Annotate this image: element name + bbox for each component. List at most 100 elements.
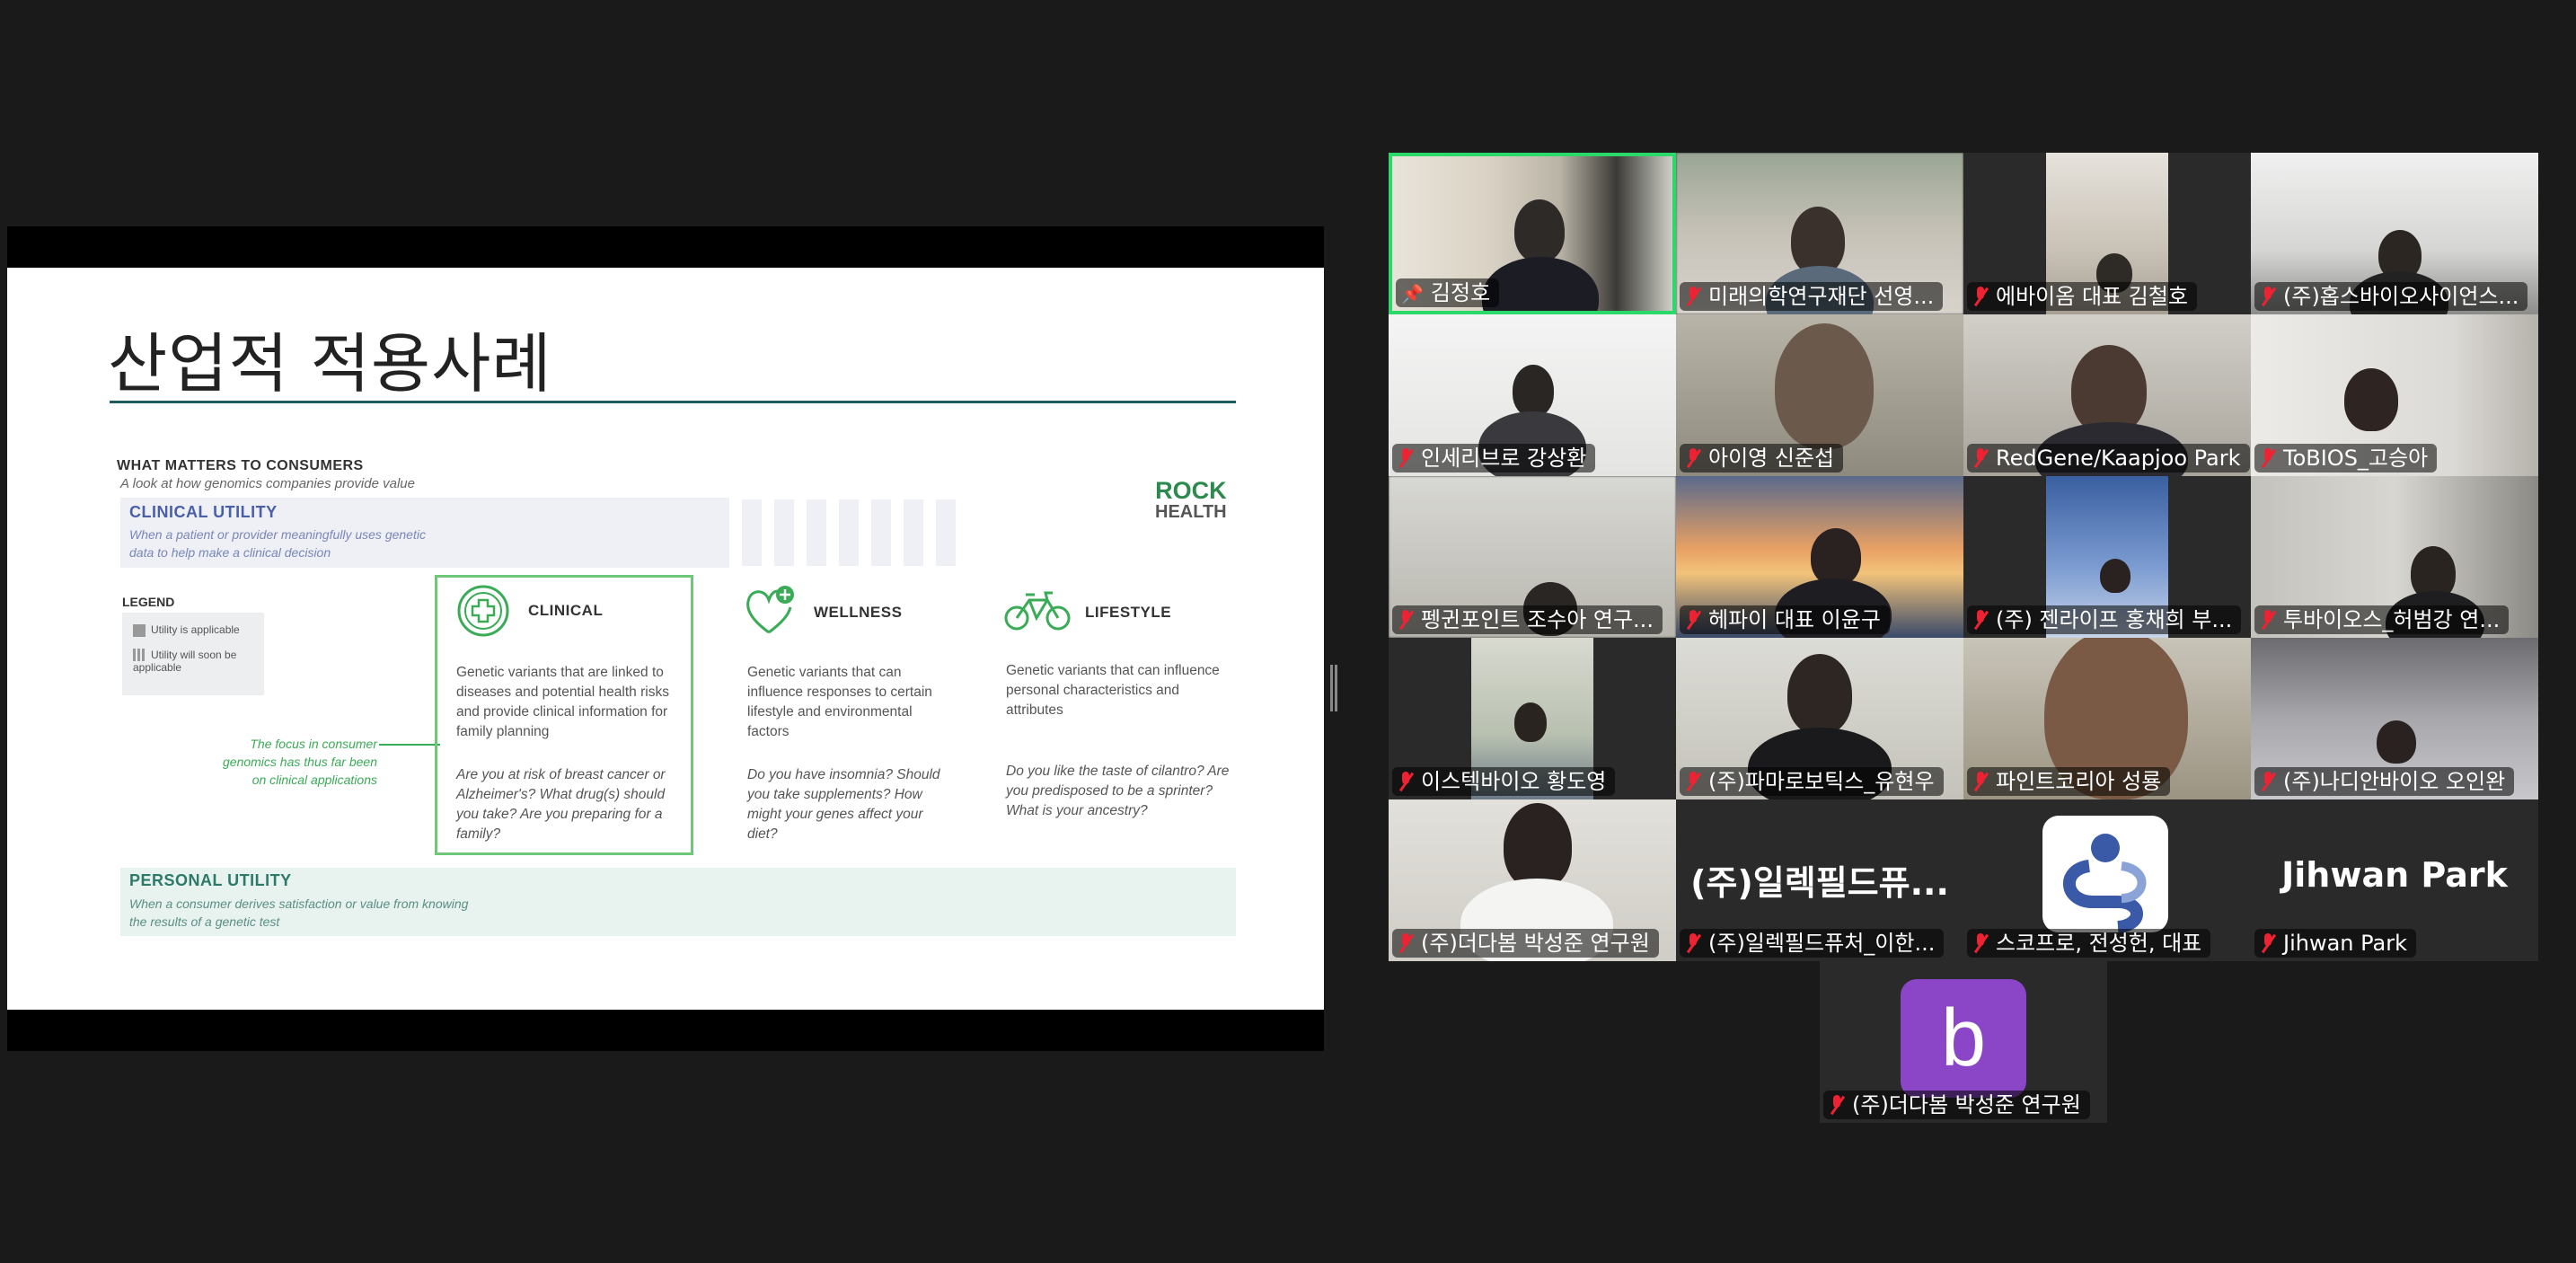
legend-striped-swatch xyxy=(133,649,146,661)
participant-tile[interactable]: 펭귄포인트 조수아 연구... xyxy=(1389,476,1676,638)
participant-name: (주)나디안바이오 오인완 xyxy=(2283,769,2506,794)
logo-line-1: ROCK xyxy=(1155,477,1227,504)
person-head xyxy=(2071,345,2147,435)
participant-tile[interactable]: (주)일렉필드퓨... (주)일렉필드퓨처_이한... xyxy=(1676,799,1963,961)
muted-mic-icon xyxy=(1685,772,1701,791)
participant-name-label: 파인트코리아 성룡 xyxy=(1967,767,2171,796)
participant-tile[interactable]: RedGene/Kaapjoo Park xyxy=(1963,314,2251,476)
legend-item-2-label: Utility will soon be applicable xyxy=(133,649,237,674)
muted-mic-icon xyxy=(2260,610,2276,630)
participant-tile[interactable]: 에바이옴 대표 김철호 xyxy=(1963,153,2251,314)
participant-name-label: 헤파이 대표 이윤구 xyxy=(1680,605,1890,634)
participant-tile[interactable]: 📌 김정호 xyxy=(1389,153,1676,314)
participant-tile[interactable]: (주)나디안바이오 오인완 xyxy=(2251,638,2538,799)
muted-mic-icon xyxy=(2260,287,2276,306)
muted-mic-icon xyxy=(1398,772,1414,791)
person-head xyxy=(1811,528,1861,586)
participant-name: 이스텍바이오 황도영 xyxy=(1421,769,1607,794)
participant-name-label: 스코프로, 전성헌, 대표 xyxy=(1967,929,2211,958)
stripe xyxy=(871,499,891,566)
pin-icon: 📌 xyxy=(1401,283,1424,305)
participant-tile[interactable]: (주)홉스바이오사이언스... xyxy=(2251,153,2538,314)
legend-item-applicable: Utility is applicable xyxy=(133,623,240,637)
person-head xyxy=(1504,803,1572,889)
legend-label: LEGEND xyxy=(122,595,175,609)
person-head xyxy=(1787,654,1852,735)
participant-name: (주)더다봄 박성준 연구원 xyxy=(1421,931,1650,956)
participant-tile[interactable]: 헤파이 대표 이윤구 xyxy=(1676,476,1963,638)
focus-pointer-line xyxy=(379,744,440,746)
person-head xyxy=(1514,702,1547,742)
participant-name-label: (주)일렉필드퓨처_이한... xyxy=(1680,929,1945,958)
person-head xyxy=(1791,207,1845,275)
participant-name: 투바이오스_허범강 연... xyxy=(2283,607,2501,632)
participant-tile[interactable]: (주)파마로보틱스_유현우 xyxy=(1676,638,1963,799)
avatar: b xyxy=(1901,979,2026,1098)
person-head xyxy=(1775,323,1874,449)
participant-tile[interactable]: 스코프로, 전성헌, 대표 xyxy=(1963,799,2251,961)
participant-tile[interactable]: 인세리브로 강상환 xyxy=(1389,314,1676,476)
medical-cross-icon xyxy=(457,585,509,637)
participant-name: 펭귄포인트 조수아 연구... xyxy=(1421,607,1654,632)
muted-mic-icon xyxy=(2260,933,2276,953)
participant-name: 에바이옴 대표 김철호 xyxy=(1996,284,2188,309)
participant-name: (주) 젠라이프 홍채희 부... xyxy=(1996,607,2233,632)
muted-mic-icon xyxy=(1398,610,1414,630)
legend-item-1-label: Utility is applicable xyxy=(151,623,240,636)
clinical-utility-title: CLINICAL UTILITY xyxy=(129,503,278,521)
participant-tile[interactable]: (주)더다봄 박성준 연구원 xyxy=(1389,799,1676,961)
stripe xyxy=(807,499,826,566)
muted-mic-icon xyxy=(1972,933,1989,953)
wellness-questions: Do you have insomnia? Should you take su… xyxy=(747,767,940,842)
muted-mic-icon xyxy=(1685,610,1701,630)
personal-utility-desc: When a consumer derives satisfaction or … xyxy=(129,896,469,929)
participant-name-label: 📌 김정호 xyxy=(1396,278,1500,307)
participant-name-label: 인세리브로 강상환 xyxy=(1392,444,1596,473)
participant-tile[interactable]: 투바이오스_허범강 연... xyxy=(2251,476,2538,638)
bicycle-icon xyxy=(1004,591,1071,631)
rock-health-logo: ROCK HEALTH xyxy=(1155,477,1227,523)
participant-tile[interactable]: 이스텍바이오 황도영 xyxy=(1389,638,1676,799)
participant-name-label: 이스텍바이오 황도영 xyxy=(1392,767,1616,796)
participant-name-label: ToBIOS_고승아 xyxy=(2254,444,2438,473)
participant-tile[interactable]: (주) 젠라이프 홍채희 부... xyxy=(1963,476,2251,638)
participant-tile[interactable]: 미래의학연구재단 선영... xyxy=(1676,153,1963,314)
muted-mic-icon xyxy=(2260,448,2276,468)
participant-name: Jihwan Park xyxy=(2283,931,2407,956)
muted-mic-icon xyxy=(1685,933,1701,953)
muted-mic-icon xyxy=(2260,772,2276,791)
person-head xyxy=(1513,365,1554,417)
participant-name-label: 아이영 신준섭 xyxy=(1680,444,1844,473)
lifestyle-title: LIFESTYLE xyxy=(1085,604,1172,621)
participant-name-label: (주)더다봄 박성준 연구원 xyxy=(1823,1091,2090,1119)
participant-name: RedGene/Kaapjoo Park xyxy=(1996,446,2241,471)
participant-name-label: Jihwan Park xyxy=(2254,929,2416,958)
participant-name: (주)파마로보틱스_유현우 xyxy=(1708,769,1935,794)
participant-tile[interactable]: b (주)더다봄 박성준 연구원 xyxy=(1820,961,2107,1123)
section-header: WHAT MATTERS TO CONSUMERS xyxy=(117,458,364,473)
participant-name: ToBIOS_고승아 xyxy=(2283,446,2429,471)
wellness-text: Genetic variants that can influence resp… xyxy=(747,665,932,739)
participant-name-label: (주) 젠라이프 홍채희 부... xyxy=(1967,605,2242,634)
participant-name: 파인트코리아 성룡 xyxy=(1996,769,2162,794)
participant-tile[interactable]: Jihwan Park Jihwan Park xyxy=(2251,799,2538,961)
stripe xyxy=(904,499,923,566)
section-subheader: A look at how genomics companies provide… xyxy=(120,476,415,491)
participant-tile[interactable]: ToBIOS_고승아 xyxy=(2251,314,2538,476)
stripe xyxy=(839,499,859,566)
participant-name: 미래의학연구재단 선영... xyxy=(1708,284,1935,309)
lifestyle-questions: Do you like the taste of cilantro? Are y… xyxy=(1006,764,1230,818)
muted-mic-icon xyxy=(1972,772,1989,791)
participant-gallery: 📌 김정호 미래의학연구재단 선영... 에바이옴 대표 김철호 (주)홉스바이오… xyxy=(1389,153,2540,1123)
focus-note: The focus in consumer genomics has thus … xyxy=(223,737,377,787)
split-view-resize-handle[interactable] xyxy=(1330,665,1337,711)
legend-item-soon: Utility will soon be applicable xyxy=(133,649,251,674)
personal-utility-title: PERSONAL UTILITY xyxy=(129,871,292,889)
clinical-utility-desc: When a patient or provider meaningfully … xyxy=(129,527,426,560)
video-off-name: Jihwan Park xyxy=(2281,855,2508,895)
participant-name-label: RedGene/Kaapjoo Park xyxy=(1967,444,2250,473)
clinical-text: Genetic variants that are linked to dise… xyxy=(456,665,669,739)
participant-tile[interactable]: 파인트코리아 성룡 xyxy=(1963,638,2251,799)
participant-tile[interactable]: 아이영 신준섭 xyxy=(1676,314,1963,476)
participant-name: 인세리브로 강상환 xyxy=(1421,446,1587,471)
